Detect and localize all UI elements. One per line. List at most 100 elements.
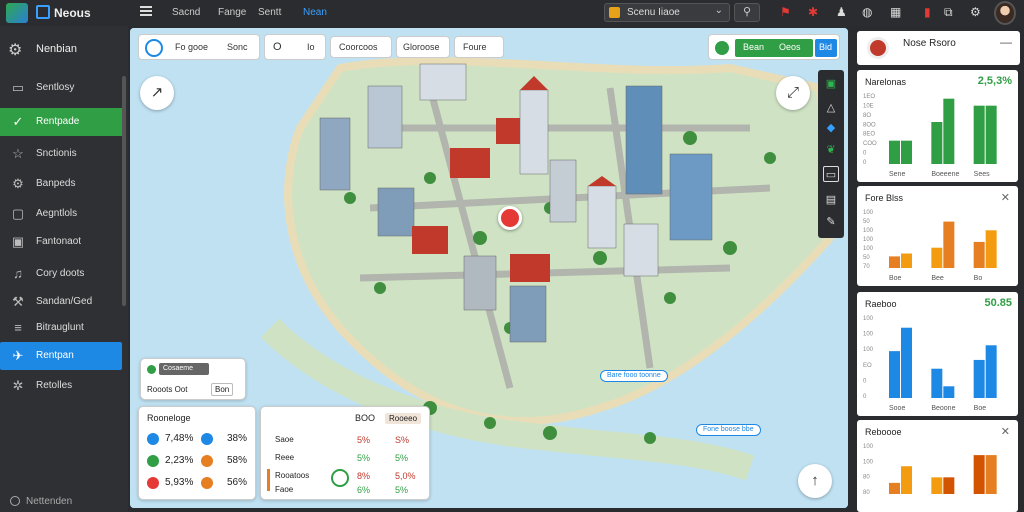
chart-bar[interactable] [985,455,997,494]
square-icon: ▣ [11,234,25,249]
sidebar-item-label: Aegntlols [36,208,78,219]
scene-icon [609,7,620,18]
sidebar-item-11[interactable]: ✲ Retolles [0,372,124,400]
filter-pill[interactable]: Foure [454,36,504,58]
y-tick-label: 50 [863,219,870,225]
chart-bar[interactable] [985,105,997,164]
topnav-item-3[interactable]: Sentt [258,7,281,18]
tool-chart-icon[interactable]: ▣ [823,76,839,92]
chart-bar[interactable] [943,221,955,268]
sidebar-item-2[interactable]: ✓ Rentpade [0,108,124,136]
alert-icon[interactable]: ⚑ [780,5,791,19]
tool-leaf-icon[interactable]: ❦ [823,142,839,158]
sidebar-item-label: Rentpade [36,116,80,127]
sidebar-scrollbar[interactable] [122,76,126,306]
user-icon[interactable]: ♟ [836,5,847,19]
layers-icon[interactable]: ⧉ [944,5,953,20]
legend-badge: Cosaeme boos [159,363,209,384]
map-label-1[interactable]: Bare fooo toonne [600,370,668,382]
sidebar-item-label: Rentpan [36,350,74,361]
chart-bar[interactable] [985,345,997,398]
chart-bar[interactable] [943,477,955,494]
tool-triangle-icon[interactable]: △ [823,100,839,116]
tool-note-icon[interactable]: ▤ [823,192,839,208]
metrics-gauge-icon [331,469,349,487]
chart-bar[interactable] [901,466,912,494]
scene-dropdown[interactable]: Scenu Iiaoe ⌄ [604,3,730,22]
rotate-button[interactable]: ⤢ [776,76,810,110]
chart-bar[interactable] [889,256,900,268]
tool-drop-icon[interactable]: ◆ [823,120,839,136]
chart-bar[interactable] [901,253,912,269]
chart-bar[interactable] [985,230,997,268]
report-icon[interactable]: ▮ [924,5,931,19]
chart-bar[interactable] [901,140,912,164]
zoom-pill[interactable]: O Io [264,34,326,60]
chart-bar[interactable] [973,241,985,268]
sidebar-item-3[interactable]: ☆ Snctionis [0,140,124,168]
chart-card-3: Raeboo 50.85 100 100 100 EO 0 0 Sooe Beoone Boe [857,292,1018,416]
toggle-option-b[interactable]: Oeos [779,42,801,52]
stat-right-value: 38% [227,433,248,444]
view-toggle[interactable]: Bean Oeos Bid [708,34,840,60]
location-pin-icon[interactable] [498,206,522,230]
coordinates-pill[interactable]: Coorcoos [330,36,392,58]
search-button[interactable]: ⚲ [734,3,760,22]
legend-item-a[interactable]: Rooots Oot [147,385,187,394]
bar-chart: 100 100 80 80 [863,444,997,496]
map-label-2[interactable]: Fone boose bbe [696,424,761,436]
chart-bar[interactable] [931,368,943,398]
sidebar-item-4[interactable]: ⚙ Banpeds [0,170,124,198]
chart-bar[interactable] [973,105,985,164]
map-view[interactable]: Fo gooe Sonc O Io Coorcoos Gloroose Four… [130,28,848,508]
sidebar-item-6[interactable]: ▣ Fantonaot [0,228,124,256]
chart-bar[interactable] [931,477,943,494]
chart-bar[interactable] [889,140,900,164]
sidebar: ⚙ Nenbian ▭ Sentlosy ✓ Rentpade ☆ Snctionis ⚙ B… [0,26,128,512]
scene-dropdown-value: Scenu Iiaoe [627,7,680,18]
grid-icon[interactable]: ▦ [890,5,901,19]
sidebar-item-9[interactable]: ≡ Bitrauglunt [0,314,124,342]
globe-icon[interactable]: ◍ [862,5,872,19]
north-button[interactable]: ↑ [798,464,832,498]
sidebar-item-10[interactable]: ✈ Rentpan [0,342,122,370]
sidebar-item-7[interactable]: ♫ Cory doots [0,260,124,288]
gear-icon: ⚙ [8,42,23,59]
chart-bar[interactable] [943,98,955,164]
toggle-option-c[interactable]: Bid [819,42,832,52]
chart-bar[interactable] [931,247,943,268]
chevron-down-icon: ⌄ [714,5,723,16]
chart-bar[interactable] [973,455,985,494]
settings-icon[interactable]: ⚙ [970,5,981,19]
app-logo[interactable] [6,3,28,23]
avatar[interactable] [994,1,1016,25]
sidebar-footer[interactable]: Nettenden [10,496,72,507]
tool-pen-icon[interactable]: ✎ [823,214,839,230]
legend-item-b[interactable]: Bon [211,383,234,396]
toggle-option-a[interactable]: Bean [743,42,764,52]
sidebar-item-5[interactable]: ▢ Aegntlols [0,200,124,228]
search-pill[interactable]: Fo gooe Sonc [138,34,260,60]
coordinates-pill-label: Coorcoos [339,42,378,52]
sidebar-item-label: Cory doots [36,268,85,279]
bar-chart: 100 100 100 EO 0 0 Sooe Beoone Boe [863,316,997,412]
layers-pill[interactable]: Gloroose [396,36,450,58]
topnav-item-4[interactable]: Nean [303,7,327,18]
minimize-icon[interactable]: — [1000,35,1012,49]
sidebar-item-8[interactable]: ⚒ Sandan/Ged [0,288,124,316]
chart-bar[interactable] [943,386,955,398]
chart-bar[interactable] [901,327,912,398]
topnav-item-1[interactable]: Sacnd [172,7,200,18]
sidebar-item-1[interactable]: ▭ Sentlosy [0,74,124,102]
chart-bar[interactable] [889,482,900,494]
tool-display-icon[interactable]: ▭ [823,166,839,182]
hamburger-menu-icon[interactable] [140,6,152,16]
x-tick-label: Sene [889,171,905,178]
chart-bar[interactable] [973,359,985,398]
metric-value-a: 6% [357,485,371,495]
chart-bar[interactable] [931,122,943,164]
compass-button[interactable]: ↗ [140,76,174,110]
notification-icon[interactable]: ✱ [808,5,818,19]
chart-bar[interactable] [889,351,900,398]
topnav-item-2[interactable]: Fange [218,7,246,18]
